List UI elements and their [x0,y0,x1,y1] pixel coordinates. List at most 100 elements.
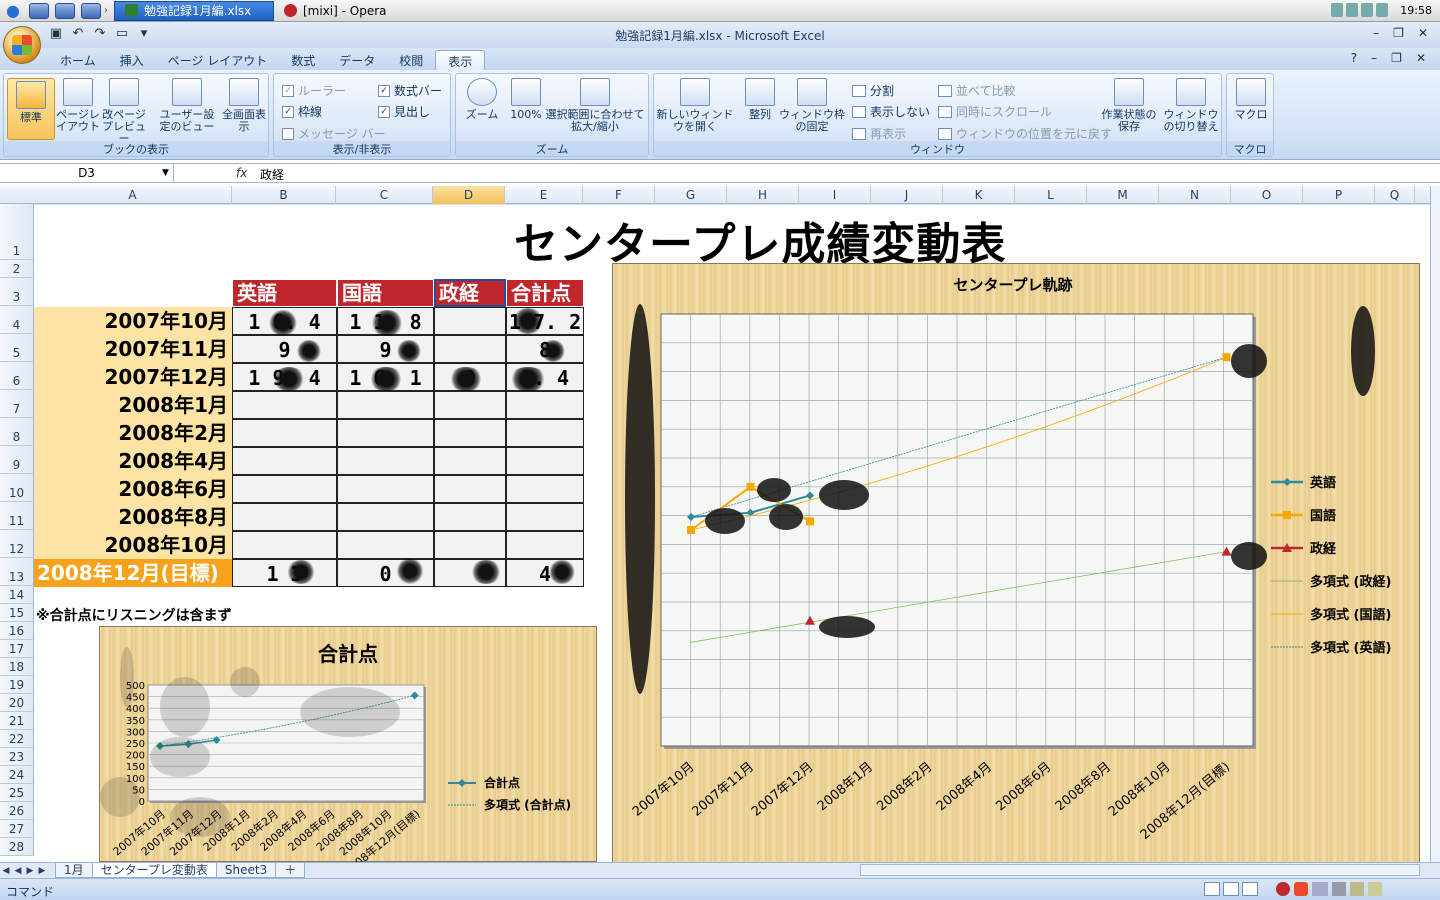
zoom-to-selection-button[interactable]: 選択範囲に合わせて拡大/縮小 [544,78,646,133]
restore-icon[interactable]: ❐ [1391,51,1402,65]
taskbar-app-icon[interactable] [81,2,101,19]
minimize-icon[interactable]: – [1373,26,1379,40]
ime-kana-icon[interactable] [1312,882,1328,896]
table-cell[interactable] [232,531,337,559]
row-header-5[interactable]: 5 [0,334,34,362]
switch-windows-button[interactable]: ウィンドウの切り替え [1162,78,1220,133]
chart-total[interactable]: 合計点 0 50 100 150 200 250 300 350 400 450 500 2007年10… [99,626,597,878]
save-icon[interactable]: ▣ [48,26,64,42]
row-header-17[interactable]: 17 [0,640,34,658]
row-label[interactable]: 2008年4月 [34,447,232,475]
taskbar-app-icon[interactable] [55,2,75,19]
redo-icon[interactable]: ↷ [92,26,108,42]
row-header-4[interactable]: 4 [0,306,34,334]
sheet-tab-2[interactable]: センタープレ変動表 [91,863,217,878]
table-cell[interactable] [434,307,506,335]
prev-sheet-icon[interactable]: ◀ [12,866,24,876]
help-icon[interactable]: ? [1351,51,1357,65]
row-header-16[interactable]: 16 [0,622,34,640]
row-header-2[interactable]: 2 [0,260,34,278]
column-header-h[interactable]: H [727,186,799,204]
new-window-button[interactable]: 新しいウィンドウを開く [656,78,734,133]
arrange-button[interactable]: 整列 [736,78,784,121]
table-cell[interactable] [434,503,506,531]
row-label[interactable]: 2007年10月 [34,307,232,335]
table-cell[interactable] [337,419,434,447]
column-header-a[interactable]: A [34,186,232,204]
ime-icon[interactable] [1276,882,1290,896]
column-header-k[interactable]: K [943,186,1015,204]
save-workspace-button[interactable]: 作業状態の保存 [1098,78,1160,133]
table-cell[interactable]: 1 3 [232,559,337,587]
reset-window-position-button[interactable]: ウィンドウの位置を元に戻す [938,125,1112,142]
gridlines-checkbox[interactable]: ✓ 枠線 [282,103,322,120]
row-label[interactable]: 2007年12月 [34,363,232,391]
column-header-g[interactable]: G [655,186,727,204]
unhide-button[interactable]: 再表示 [852,125,906,142]
zoom-button[interactable]: ズーム [458,78,506,121]
row-header-12[interactable]: 12 [0,530,34,558]
ruler-checkbox[interactable]: ✓ ルーラー [282,82,346,99]
restore-icon[interactable]: ❐ [1393,26,1404,40]
sync-scroll-button[interactable]: 同時にスクロール [938,103,1052,120]
row-label[interactable]: 2008年2月 [34,419,232,447]
undo-icon[interactable]: ↶ [70,26,86,42]
table-cell[interactable] [506,503,584,531]
minimize-icon[interactable]: – [1371,51,1377,65]
tab-data[interactable]: データ [327,50,387,70]
customize-qat-icon[interactable]: ▾ [136,26,152,42]
row-header-10[interactable]: 10 [0,474,34,502]
table-cell[interactable] [434,419,506,447]
column-header-b[interactable]: B [232,186,336,204]
table-cell[interactable] [337,391,434,419]
close-icon[interactable]: ✕ [1418,26,1428,40]
note-text[interactable]: ※合計点にリスニングは含まず [36,605,232,625]
row-label[interactable]: 2008年6月 [34,475,232,503]
row-header-6[interactable]: 6 [0,362,34,390]
table-cell[interactable] [506,531,584,559]
table-cell[interactable] [232,503,337,531]
tab-view[interactable]: 表示 [435,50,486,70]
last-sheet-icon[interactable]: ▶ [36,866,48,876]
insert-sheet-icon[interactable]: ＋ [275,863,306,878]
column-header-c[interactable]: C [336,186,433,204]
row-header-13[interactable]: 13 [0,558,34,586]
table-cell[interactable] [232,447,337,475]
task-excel[interactable]: 勉強記録1月編.xlsx [114,0,274,21]
column-header-m[interactable]: M [1087,186,1159,204]
next-sheet-icon[interactable]: ▶ [24,866,36,876]
page-break-preview-button[interactable]: 改ページプレビュー [100,78,148,145]
insert-function-icon[interactable]: fx [236,166,247,180]
column-header-e[interactable]: E [505,186,583,204]
row-header-1[interactable]: 1 [0,204,34,260]
table-cell[interactable] [506,391,584,419]
page-layout-view-button[interactable]: ページレイアウト [54,78,102,133]
chart-center-pre[interactable]: センタープレ軌跡 2007年10月 2007年11月 2007年12月 2008年1月 2… [612,263,1420,863]
column-header-n[interactable]: N [1159,186,1231,204]
vertical-scrollbar[interactable] [1430,186,1440,862]
hide-button[interactable]: 表示しない [852,103,930,120]
freeze-panes-button[interactable]: ウィンドウ枠の固定 [778,78,846,133]
table-cell[interactable] [434,335,506,363]
horizontal-scrollbar[interactable] [860,864,1420,876]
row-header-19[interactable]: 19 [0,676,34,694]
apple-menu-icon[interactable]: ● [0,1,26,20]
formula-input[interactable]: 政経 [260,166,284,183]
name-box[interactable]: D3 [0,164,174,183]
zoom-100-button[interactable]: 100% [502,78,550,121]
column-header-d[interactable]: D [433,186,505,204]
row-header-3[interactable]: 3 [0,278,34,306]
row-label[interactable]: 2008年1月 [34,391,232,419]
task-opera[interactable]: [mixi] - Opera [274,1,397,21]
tab-home[interactable]: ホーム [48,50,108,70]
ime-help-icon[interactable] [1368,882,1382,896]
normal-view-button[interactable]: 標準 [7,78,55,140]
column-header-p[interactable]: P [1303,186,1375,204]
side-by-side-button[interactable]: 並べて比較 [938,82,1016,99]
column-header-j[interactable]: J [871,186,943,204]
headings-checkbox[interactable]: ✓ 見出し [378,103,430,120]
close-icon[interactable]: ✕ [1416,51,1426,65]
header-2[interactable]: 国語 [337,279,434,307]
first-sheet-icon[interactable]: ◀ [0,866,12,876]
column-header-l[interactable]: L [1015,186,1087,204]
